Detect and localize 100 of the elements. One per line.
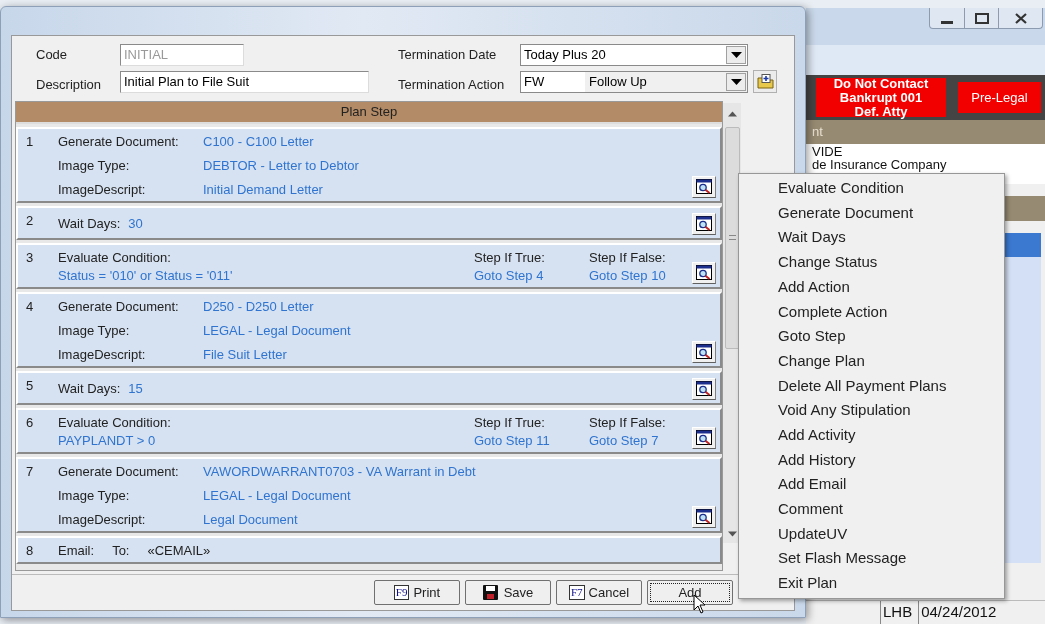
scrollbar-thumb[interactable] [724, 126, 740, 349]
plan-step-card[interactable]: 2 Wait Days: 30 [16, 205, 722, 240]
menu-item[interactable]: Wait Days [739, 225, 1004, 251]
key-label: F9 [393, 585, 410, 600]
plan-step-card[interactable]: 8 Email: To: «CEMAIL» [16, 535, 722, 564]
view-button[interactable] [692, 505, 716, 528]
magnifier-icon [696, 344, 712, 359]
plan-step-card[interactable]: 5 Wait Days: 15 [16, 370, 722, 405]
field-label: Generate Document: [58, 298, 180, 315]
view-button[interactable] [692, 212, 716, 235]
step-number: 3 [26, 249, 35, 267]
field-label: ImageDescript: [58, 181, 147, 198]
dialog-button[interactable]: F9 Print [374, 580, 460, 605]
action-code: FW [521, 71, 585, 92]
view-button[interactable] [692, 261, 716, 284]
termination-date-dropdown[interactable]: Today Plus 20 [520, 44, 748, 66]
status-text: 04/24/2012 [918, 601, 997, 624]
field-label: ImageDescript: [58, 511, 147, 528]
minimize-icon [941, 21, 953, 24]
field-label: Generate Document: [58, 463, 180, 480]
menu-item[interactable]: Comment [739, 496, 1004, 522]
dialog-button[interactable]: F7 Cancel [556, 580, 642, 605]
field-label: Evaluate Condition: [58, 414, 172, 431]
description-field[interactable]: Initial Plan to File Suit [120, 70, 369, 93]
menu-item[interactable]: Evaluate Condition [739, 176, 1004, 201]
field-label: ImageDescript: [58, 346, 147, 363]
menu-item[interactable]: Change Plan [739, 348, 1004, 374]
plan-step-card[interactable]: 1 Generate Document: C100 - C100 Letter Image Type: DEBTOR - Letter to Debtor ImageDescript: Initial Demand Letter [16, 126, 722, 203]
field-label: Step If True: [474, 414, 546, 431]
field-value: Initial Demand Letter [203, 181, 323, 198]
menu-item[interactable]: Generate Document [739, 200, 1004, 226]
field-label: Image Type: [58, 487, 131, 504]
field-label: Wait Days: [58, 215, 121, 232]
view-button[interactable] [692, 175, 716, 198]
field-value: Goto Step 4 [474, 267, 545, 284]
new-folder-button[interactable] [753, 70, 777, 94]
field-label: Step If False: [589, 414, 667, 431]
dropdown-value: Today Plus 20 [524, 46, 606, 65]
field-value: 30 [128, 215, 144, 232]
menu-item[interactable]: Void Any Stipulation [739, 398, 1004, 423]
field-label: Email: [58, 542, 95, 559]
caret-icon [730, 52, 742, 58]
flag-text: Do Not Contact [833, 76, 929, 91]
menu-item[interactable]: Add History [739, 447, 1004, 473]
status-text: LHB [880, 601, 913, 624]
field-label: Termination Date [398, 46, 498, 65]
flag-text: Pre-Legal [971, 90, 1028, 105]
magnifier-icon [696, 430, 712, 445]
field-label: Image Type: [58, 322, 131, 339]
termination-action-dropdown[interactable]: FW Follow Up [520, 70, 748, 93]
menu-item[interactable]: Add Email [739, 472, 1004, 497]
field-value: D250 - D250 Letter [203, 298, 314, 315]
field-label: Description [36, 76, 103, 94]
magnifier-icon [696, 265, 712, 280]
flag-text: Def. Atty [854, 104, 908, 119]
step-number: 7 [26, 463, 35, 481]
field-value: Legal Document [203, 511, 298, 528]
list-item: VIDE [812, 145, 844, 158]
field-label: Code [36, 46, 69, 65]
condition-expression: Status = '010' or Status = '011' [58, 267, 234, 284]
step-number: 1 [26, 133, 35, 151]
magnifier-icon [696, 216, 712, 231]
dropdown-button[interactable] [726, 46, 746, 64]
dialog-button[interactable]: Save [465, 580, 551, 605]
field-value: Goto Step 10 [589, 267, 667, 284]
dropdown-value: Follow Up [588, 73, 648, 91]
menu-item[interactable]: Add Activity [739, 422, 1004, 448]
menu-item[interactable]: Goto Step [739, 324, 1004, 349]
menu-item[interactable]: Add Action [739, 274, 1004, 300]
dropdown-button[interactable] [726, 72, 746, 91]
menu-item[interactable]: Complete Action [739, 299, 1004, 325]
close-icon [1014, 12, 1027, 24]
menu-item[interactable]: Change Status [739, 250, 1004, 275]
field-value: DEBTOR - Letter to Debtor [203, 157, 359, 174]
plan-step-card[interactable]: 3 Evaluate Condition: Status = '010' or Status = '011' Step If True: Goto Step 4 Step If False: Goto Step 10 [16, 242, 722, 289]
menu-item[interactable]: UpdateUV [739, 521, 1004, 547]
step-number: 8 [26, 542, 35, 559]
menu-item[interactable]: Set Flash Message [739, 546, 1004, 571]
view-button[interactable] [692, 377, 716, 400]
key-label: F7 [568, 585, 585, 600]
field-value: «CEMAIL» [147, 542, 211, 559]
field-value: File Suit Letter [203, 346, 287, 363]
menu-item[interactable]: Exit Plan [739, 571, 1004, 596]
dialog-button[interactable]: Add [647, 580, 733, 605]
scrollbar[interactable] [723, 102, 741, 543]
view-button[interactable] [692, 340, 716, 363]
step-number: 2 [26, 212, 35, 230]
menu-item[interactable]: Delete All Payment Plans [739, 373, 1004, 399]
field-value: C100 - C100 Letter [203, 133, 314, 150]
plan-step-card[interactable]: 6 Evaluate Condition: PAYPLANDT > 0 Step If True: Goto Step 11 Step If False: Goto Step 7 [16, 407, 722, 454]
field-value: VAWORDWARRANT0703 - VA Warrant in Debt [203, 463, 476, 480]
maximize-icon [974, 12, 989, 24]
plan-step-card[interactable]: 4 Generate Document: D250 - D250 Letter Image Type: LEGAL - Legal Document ImageDescript: File Suit Letter [16, 291, 722, 368]
field-value: Goto Step 7 [589, 432, 660, 449]
field-value: Goto Step 11 [474, 432, 551, 449]
field-label: Termination Action [398, 76, 506, 94]
flag-text: Bankrupt 001 [839, 90, 923, 105]
view-button[interactable] [692, 426, 716, 449]
plan-step-header: Plan Step [16, 101, 722, 124]
plan-step-card[interactable]: 7 Generate Document: VAWORDWARRANT0703 - VA Warrant in Debt Image Type: LEGAL - Legal Document ImageDescript: Legal Document [16, 456, 722, 533]
